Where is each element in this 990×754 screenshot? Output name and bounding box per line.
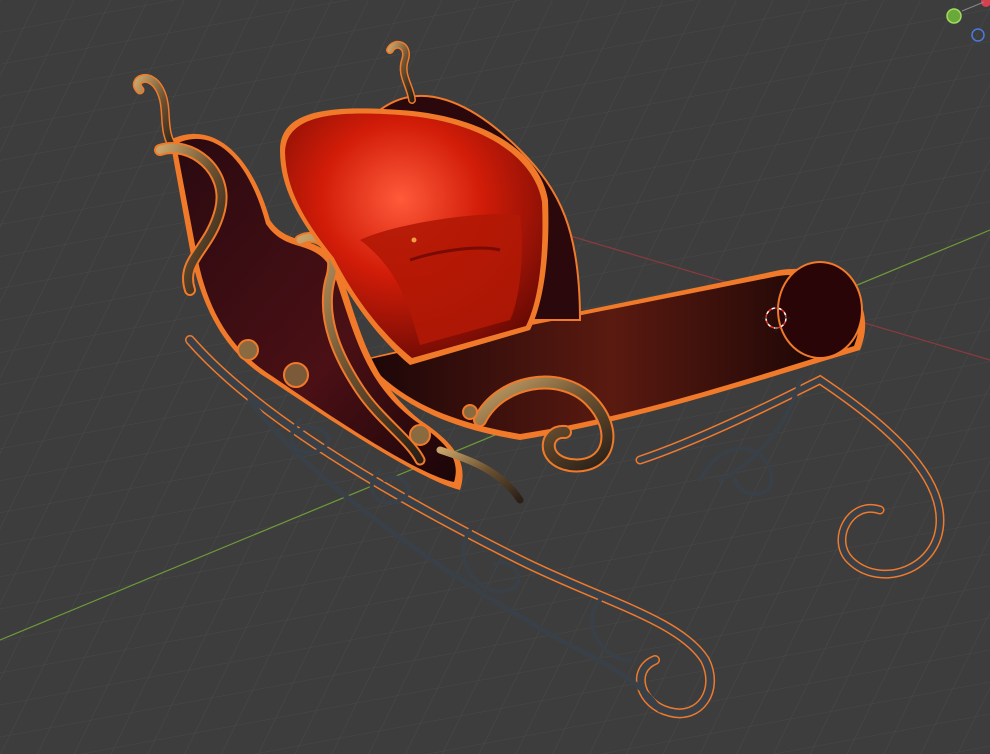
3d-viewport[interactable] bbox=[0, 0, 990, 754]
object-origin-icon bbox=[411, 237, 417, 243]
gizmo-y-axis-icon[interactable] bbox=[946, 8, 962, 24]
viewport-scene[interactable] bbox=[0, 0, 990, 754]
